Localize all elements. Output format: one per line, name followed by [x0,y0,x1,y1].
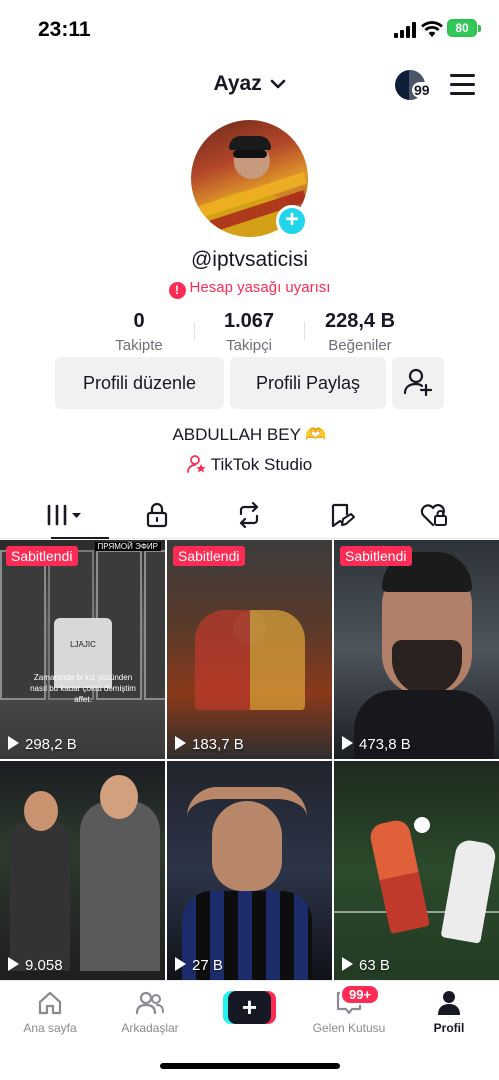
lock-icon [146,502,168,528]
plus-icon: + [228,991,271,1024]
tiktok-studio-link[interactable]: TikTok Studio [0,455,499,475]
play-icon [175,736,186,750]
video-caption: Zamanında bi kız yüzünden nasıl bu kadar… [30,673,136,704]
battery-tip [478,25,481,32]
pinned-badge: Sabitlendi [173,546,245,566]
active-tab-indicator [51,537,109,539]
tab-private[interactable] [107,492,207,538]
likes-count: 228,4 B [324,310,396,332]
stat-divider [194,322,195,340]
notifications-badge: 99 [412,82,432,98]
tab-liked[interactable] [384,492,484,538]
play-icon [342,736,353,750]
battery-icon: 80 [447,19,477,37]
view-count: 27 B [175,957,223,974]
cellular-signal-icon [394,22,416,38]
home-indicator [160,1063,340,1069]
view-count: 63 B [342,957,390,974]
video-tile[interactable]: 27 B [167,761,332,980]
grid-icon [47,504,81,526]
nav-friends-label: Arkadaşlar [121,1021,179,1035]
view-count: 473,8 B [342,736,411,753]
add-user-icon [403,368,433,397]
followers-count: 1.067 [223,310,275,332]
liked-icon [420,504,447,527]
username: @iptvsaticisi [190,248,308,271]
profile-header: Ayaz 99 [0,58,499,114]
play-icon [8,957,19,971]
repost-icon [239,502,259,528]
share-profile-button[interactable]: Profili Paylaş [230,357,386,409]
stat-likes[interactable]: 228,4 B Beğeniler [310,310,410,354]
add-friends-button[interactable] [392,357,444,409]
video-tile[interactable]: Sabitlendi 183,7 B [167,540,332,759]
friends-icon [135,991,164,1015]
following-count: 0 [133,310,145,332]
add-story-button[interactable]: + [276,205,308,237]
ban-warning-text: Hesap yasağı uyarısı [189,279,331,296]
video-tile[interactable]: 63 B [334,761,499,980]
play-icon [342,957,353,971]
status-bar: 23:11 80 [0,0,499,58]
nav-friends[interactable]: Arkadaşlar [100,989,200,1035]
menu-icon[interactable] [450,74,475,96]
pinned-badge: Sabitlendi [6,546,78,566]
nav-home[interactable]: Ana sayfa [0,989,100,1035]
chevron-down-icon [270,80,285,89]
likes-label: Beğeniler [328,337,392,354]
nav-profile-label: Profil [433,1021,465,1035]
inbox-badge: 99+ [340,984,381,1005]
studio-icon [186,455,206,473]
play-icon [8,736,19,750]
video-tile[interactable]: LJAJIC Zamanında bi kız yüzünden nasıl b… [0,540,165,759]
account-name: Ayaz [213,72,262,95]
pinned-badge: Sabitlendi [340,546,412,566]
live-overlay: ПРЯМОЙ ЭФИР [94,542,161,551]
status-time: 23:11 [38,18,91,41]
edit-profile-button[interactable]: Profili düzenle [55,357,224,409]
tab-videos[interactable] [15,492,115,539]
profile-bio: ABDULLAH BEY 🫶 [172,425,327,444]
followers-label: Takipçi [226,337,272,354]
stat-following[interactable]: 0 Takipte [94,310,184,354]
stat-followers[interactable]: 1.067 Takipçi [204,310,294,354]
play-icon [175,957,186,971]
favorites-icon [331,503,355,528]
video-tile[interactable]: Sabitlendi 473,8 B [334,540,499,759]
warning-icon: ! [168,282,186,299]
studio-label: TikTok Studio [210,455,313,474]
video-tile[interactable]: 9.058 [0,761,165,980]
content-tabs [0,492,499,539]
video-grid: LJAJIC Zamanında bi kız yüzünden nasıl b… [0,540,499,980]
view-count: 183,7 B [175,736,244,753]
tab-favorites[interactable] [292,492,392,538]
profile-icon [438,991,460,1015]
nav-home-label: Ana sayfa [23,1021,77,1035]
nav-profile[interactable]: Profil [399,989,499,1035]
view-count: 298,2 B [8,736,77,753]
create-button[interactable]: + [223,991,276,1024]
profile-stats: 0 Takipte 1.067 Takipçi 228,4 B Beğenile… [0,310,499,354]
nav-inbox-label: Gelen Kutusu [312,1021,386,1035]
stat-divider [304,322,305,340]
following-label: Takipte [115,337,163,354]
tab-reposts[interactable] [199,492,299,538]
view-count: 9.058 [8,957,63,974]
ban-warning-link[interactable]: ! Hesap yasağı uyarısı [0,279,499,299]
home-icon [38,991,62,1015]
wifi-icon [421,21,443,37]
